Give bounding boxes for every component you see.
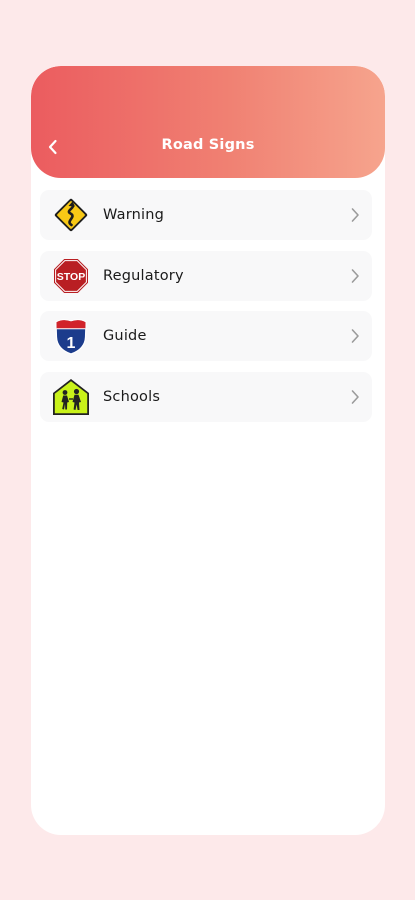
chevron-right-icon [351,208,359,222]
chevron-right-icon [351,329,359,343]
school-crossing-sign-icon [52,378,90,416]
interstate-number: 1 [67,335,76,352]
category-item-schools[interactable]: Schools [40,371,372,422]
stop-sign-text: STOP [57,271,85,283]
header-bar: Road Signs [31,66,385,178]
interstate-shield-icon: 1 [52,317,90,355]
category-label: Schools [103,388,161,405]
category-item-regulatory[interactable]: STOP Regulatory [40,250,372,301]
category-list: Warning STOP Regulatory 1 Guide Schools [40,190,372,432]
chevron-right-icon [351,389,359,404]
winding-road-sign-icon [52,196,90,234]
category-item-guide[interactable]: 1 Guide [40,311,372,361]
stop-sign-icon: STOP [52,257,90,295]
page-title: Road Signs [161,137,255,153]
chevron-right-icon [351,268,359,283]
app-screen: Road Signs Warning STOP Regulatory 1 Gui… [31,66,385,835]
category-label: Guide [103,328,147,344]
category-item-warning[interactable]: Warning [40,190,372,240]
category-label: Warning [103,207,165,223]
category-label: Regulatory [103,267,184,284]
